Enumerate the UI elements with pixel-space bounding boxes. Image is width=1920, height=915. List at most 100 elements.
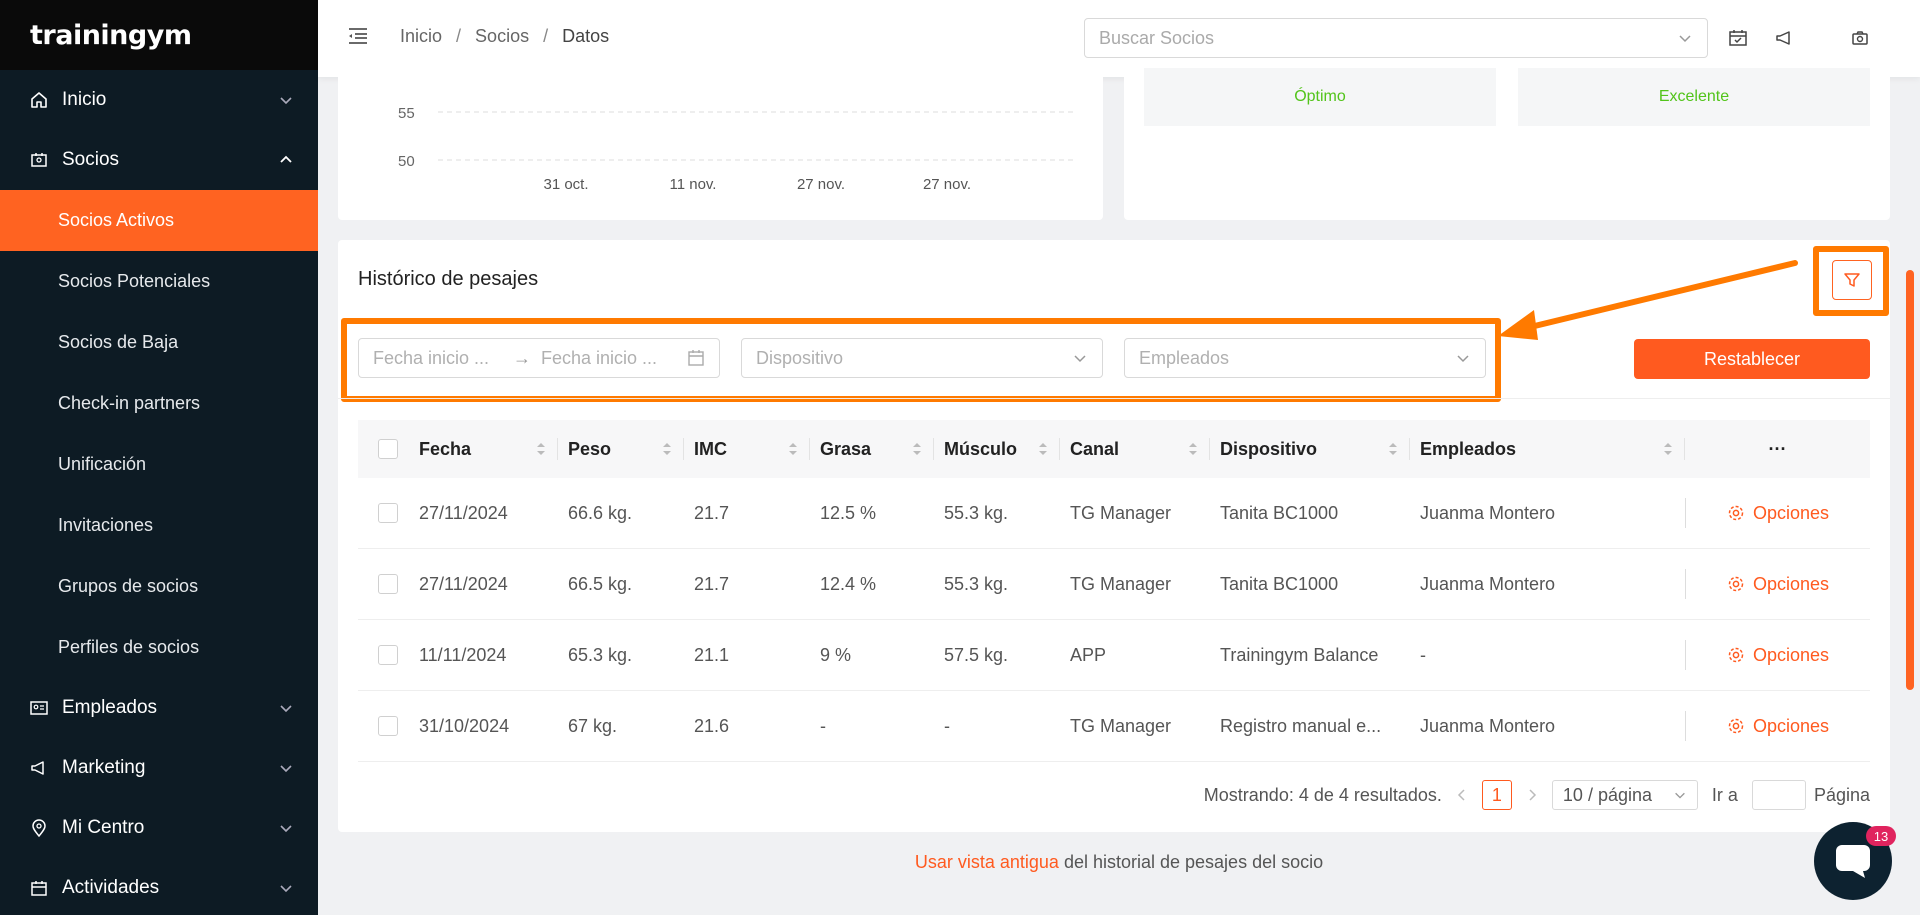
chevron-down-icon <box>1679 35 1691 43</box>
y-tick-label: 50 <box>398 153 415 170</box>
row-checkbox[interactable] <box>378 574 398 594</box>
cell-fecha: 27/11/2024 <box>419 502 508 523</box>
x-tick-label: 27 nov. <box>923 176 971 193</box>
date-range-picker[interactable]: Fecha inicio ... → Fecha inicio ... <box>358 338 720 378</box>
sidebar-item-socios-potenciales[interactable]: Socios Potenciales <box>0 251 318 312</box>
options-button[interactable]: Opciones <box>1727 716 1829 737</box>
col-empleados[interactable]: Empleados <box>1410 420 1685 478</box>
sidebar-item-grupos-de-socios[interactable]: Grupos de socios <box>0 556 318 617</box>
sidebar-item-unificacion[interactable]: Unificación <box>0 434 318 495</box>
cell-dispositivo: Tanita BC1000 <box>1220 502 1339 523</box>
cell-grasa: 12.5 % <box>820 502 877 523</box>
calendar-icon <box>28 877 50 899</box>
home-icon <box>28 89 50 111</box>
sidebar-item-socios-activos[interactable]: Socios Activos <box>0 190 318 251</box>
sort-icon[interactable] <box>536 441 546 457</box>
breadcrumb-separator: / <box>543 26 549 46</box>
nav-item-marketing[interactable]: Marketing <box>0 738 318 798</box>
sort-icon[interactable] <box>1388 441 1398 457</box>
cell-empleado: Juanma Montero <box>1420 715 1556 736</box>
sidebar-item-perfiles-de-socios[interactable]: Perfiles de socios <box>0 617 318 678</box>
select-all-cell <box>358 420 418 478</box>
date-end-input[interactable]: Fecha inicio ... <box>541 348 687 369</box>
cell-musculo: - <box>944 715 950 736</box>
menu-fold-icon[interactable] <box>346 24 370 48</box>
location-pin-icon <box>28 817 50 839</box>
col-grasa[interactable]: Grasa <box>810 420 934 478</box>
old-view-link[interactable]: Usar vista antigua <box>915 852 1059 872</box>
nav-item-actividades[interactable]: Actividades <box>0 858 318 915</box>
col-canal[interactable]: Canal <box>1060 420 1210 478</box>
cell-empleado: Juanma Montero <box>1420 502 1556 523</box>
search-members-select[interactable]: Buscar Socios <box>1084 18 1708 58</box>
breadcrumb-socios[interactable]: Socios <box>475 26 529 47</box>
sort-icon[interactable] <box>1038 441 1048 457</box>
row-checkbox[interactable] <box>378 716 398 736</box>
col-musculo[interactable]: Músculo <box>934 420 1060 478</box>
sort-icon[interactable] <box>662 441 672 457</box>
date-start-input[interactable]: Fecha inicio ... <box>373 348 513 369</box>
scrollbar-thumb[interactable] <box>1906 270 1914 690</box>
calendar-check-icon[interactable] <box>1728 28 1748 48</box>
nav-item-inicio[interactable]: Inicio <box>0 70 318 130</box>
breadcrumb-datos: Datos <box>562 26 610 46</box>
megaphone-icon[interactable] <box>1774 28 1794 48</box>
filter-button[interactable] <box>1832 260 1872 300</box>
sort-icon[interactable] <box>1188 441 1198 457</box>
nav-item-mi-centro[interactable]: Mi Centro <box>0 798 318 858</box>
row-checkbox[interactable] <box>378 645 398 665</box>
cell-imc: 21.7 <box>694 573 730 594</box>
col-dispositivo[interactable]: Dispositivo <box>1210 420 1410 478</box>
nav-label: Inicio <box>62 89 107 110</box>
sort-icon[interactable] <box>912 441 922 457</box>
chevron-down-icon <box>1457 355 1469 363</box>
device-select[interactable]: Dispositivo <box>741 338 1103 378</box>
col-peso[interactable]: Peso <box>558 420 684 478</box>
col-imc[interactable]: IMC <box>684 420 810 478</box>
goto-page-input[interactable] <box>1751 780 1806 810</box>
nav-item-empleados[interactable]: Empleados <box>0 678 318 738</box>
prev-page-icon[interactable] <box>1456 788 1468 802</box>
row-select-cell <box>358 478 418 548</box>
options-button[interactable]: Opciones <box>1727 503 1829 524</box>
gear-icon <box>1728 647 1744 663</box>
cell-musculo: 55.3 kg. <box>944 502 1009 523</box>
nav-label: Socios <box>62 149 120 170</box>
sidebar-item-socios-de-baja[interactable]: Socios de Baja <box>0 312 318 373</box>
col-more-button[interactable]: ··· <box>1685 420 1870 478</box>
select-all-checkbox[interactable] <box>378 439 398 459</box>
col-fecha[interactable]: Fecha <box>418 420 558 478</box>
sort-icon[interactable] <box>788 441 798 457</box>
breadcrumb-inicio[interactable]: Inicio <box>400 26 442 47</box>
socios-icon <box>28 149 50 171</box>
camera-icon[interactable] <box>1850 28 1870 48</box>
page-size-value: 10 / página <box>1562 784 1652 805</box>
row-checkbox[interactable] <box>378 503 398 523</box>
x-tick-label: 31 oct. <box>543 176 588 193</box>
options-label: Opciones <box>1752 573 1830 594</box>
cell-grasa: 12.4 % <box>820 573 877 594</box>
nav-item-socios[interactable]: Socios <box>0 130 318 190</box>
cell-peso: 66.6 kg. <box>568 502 633 523</box>
nav-label: Actividades <box>62 877 160 898</box>
cell-dispositivo: Registro manual e... <box>1220 715 1382 736</box>
sidebar-item-invitaciones[interactable]: Invitaciones <box>0 495 318 556</box>
employees-select[interactable]: Empleados <box>1124 338 1486 378</box>
chevron-up-icon <box>280 155 292 163</box>
cell-empleado: - <box>1420 644 1426 665</box>
options-cell: Opciones <box>1685 640 1870 670</box>
next-page-icon[interactable] <box>1526 788 1538 802</box>
weight-chart: 55 50 31 oct. 11 nov. 27 nov. 27 nov. <box>398 105 1076 193</box>
options-button[interactable]: Opciones <box>1727 645 1829 666</box>
options-cell: Opciones <box>1685 569 1870 599</box>
sidebar-item-check-in-partners[interactable]: Check-in partners <box>0 373 318 434</box>
table-row: 31/10/2024 67 kg. 21.6 - - TG Manager Re… <box>358 691 1870 762</box>
sort-icon[interactable] <box>1663 441 1673 457</box>
cell-empleado: Juanma Montero <box>1420 573 1556 594</box>
page-number[interactable]: 1 <box>1481 780 1512 810</box>
gear-icon <box>1728 505 1744 521</box>
page-size-select[interactable]: 10 / página <box>1551 780 1698 810</box>
logo[interactable]: trainingym <box>30 20 192 51</box>
options-button[interactable]: Opciones <box>1727 574 1829 595</box>
gear-icon <box>1728 576 1744 592</box>
